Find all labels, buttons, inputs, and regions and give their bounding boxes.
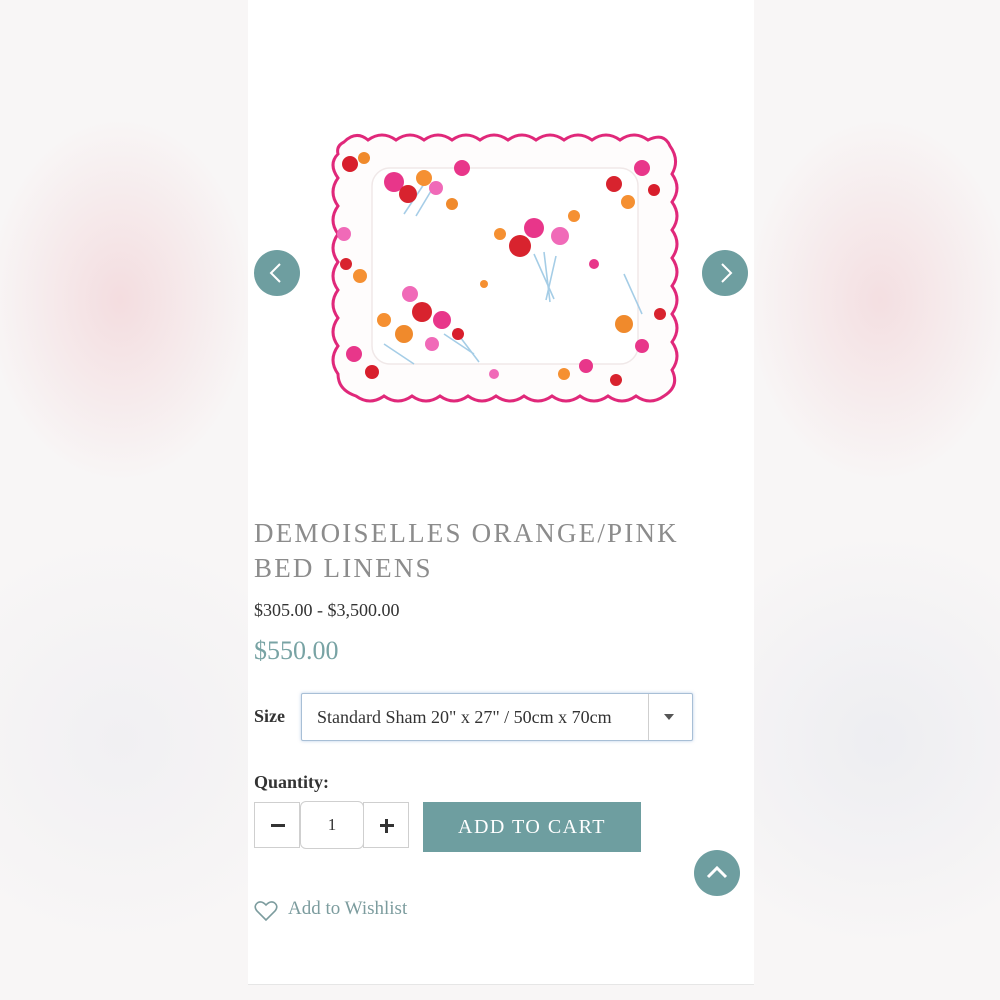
quantity-increase-button[interactable]: [363, 802, 409, 848]
quantity-input[interactable]: [300, 801, 364, 849]
quantity-decrease-button[interactable]: [254, 802, 300, 848]
product-title: DEMOISELLES ORANGE/PINK BED LINENS: [254, 518, 679, 583]
chevron-up-icon: [706, 865, 728, 879]
add-to-cart-button[interactable]: ADD TO CART: [423, 802, 641, 852]
chevron-right-icon: [721, 263, 733, 283]
image-carousel: [248, 110, 754, 440]
heart-icon: [254, 901, 278, 922]
price-range: $305.00 - $3,500.00: [254, 600, 400, 620]
size-label: Size: [254, 706, 285, 726]
carousel-next-button[interactable]: [702, 250, 748, 296]
size-select[interactable]: Standard Sham 20" x 27" / 50cm x 70cm: [301, 693, 693, 741]
product-price: $550.00: [254, 636, 339, 665]
product-panel: DEMOISELLES ORANGE/PINK BED LINENS $305.…: [248, 0, 754, 985]
wishlist-label: Add to Wishlist: [288, 898, 408, 919]
minus-icon: [271, 824, 285, 827]
quantity-label: Quantity:: [254, 772, 330, 792]
pillow-sham-image: [331, 133, 679, 403]
size-selected-value: Standard Sham 20" x 27" / 50cm x 70cm: [317, 707, 612, 727]
chevron-left-icon: [269, 263, 281, 283]
carousel-prev-button[interactable]: [254, 250, 300, 296]
scroll-to-top-button[interactable]: [694, 850, 740, 896]
select-divider: [648, 694, 649, 740]
caret-down-icon: [664, 714, 674, 720]
